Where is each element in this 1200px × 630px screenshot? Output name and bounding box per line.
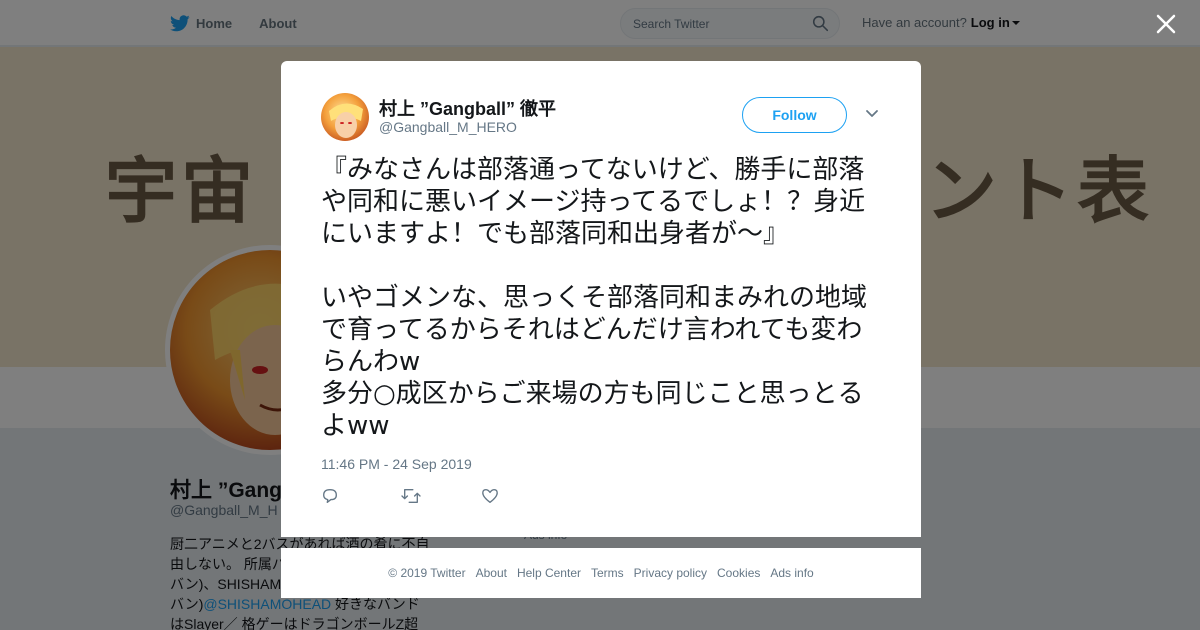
modal-footer: © 2019 Twitter About Help Center Terms P… bbox=[281, 548, 921, 598]
footer-link-help-center[interactable]: Help Center bbox=[517, 566, 581, 580]
footer-copyright: © 2019 Twitter bbox=[388, 566, 466, 580]
tweet-author-handle[interactable]: @Gangball_M_HERO bbox=[379, 119, 517, 135]
footer-link-terms[interactable]: Terms bbox=[591, 566, 624, 580]
footer-link-cookies[interactable]: Cookies bbox=[717, 566, 760, 580]
reply-action[interactable] bbox=[321, 487, 401, 507]
close-icon[interactable] bbox=[1155, 13, 1177, 35]
footer-link-ads-info[interactable]: Ads info bbox=[770, 566, 813, 580]
tweet-author-avatar[interactable] bbox=[321, 93, 369, 141]
retweet-icon bbox=[401, 489, 421, 503]
follow-button[interactable]: Follow bbox=[742, 97, 847, 133]
retweet-action[interactable] bbox=[401, 487, 481, 507]
tweet-author-name[interactable]: 村上 ”Gangball” 徹平 bbox=[379, 95, 556, 121]
chevron-down-icon[interactable] bbox=[865, 109, 879, 119]
heart-icon bbox=[482, 489, 498, 503]
avatar-illustration bbox=[329, 103, 363, 138]
footer-link-about[interactable]: About bbox=[476, 566, 507, 580]
tweet-actions bbox=[321, 487, 561, 507]
tweet-timestamp[interactable]: 11:46 PM - 24 Sep 2019 bbox=[321, 456, 472, 472]
tweet-text: 『みなさんは部落通ってないけど、勝手に部落や同和に悪いイメージ持ってるでしょ！？… bbox=[321, 155, 868, 441]
reply-icon bbox=[323, 489, 337, 503]
tweet-modal: 村上 ”Gangball” 徹平 @Gangball_M_HERO Follow… bbox=[281, 61, 921, 537]
footer-link-privacy[interactable]: Privacy policy bbox=[634, 566, 707, 580]
like-action[interactable] bbox=[481, 487, 561, 507]
